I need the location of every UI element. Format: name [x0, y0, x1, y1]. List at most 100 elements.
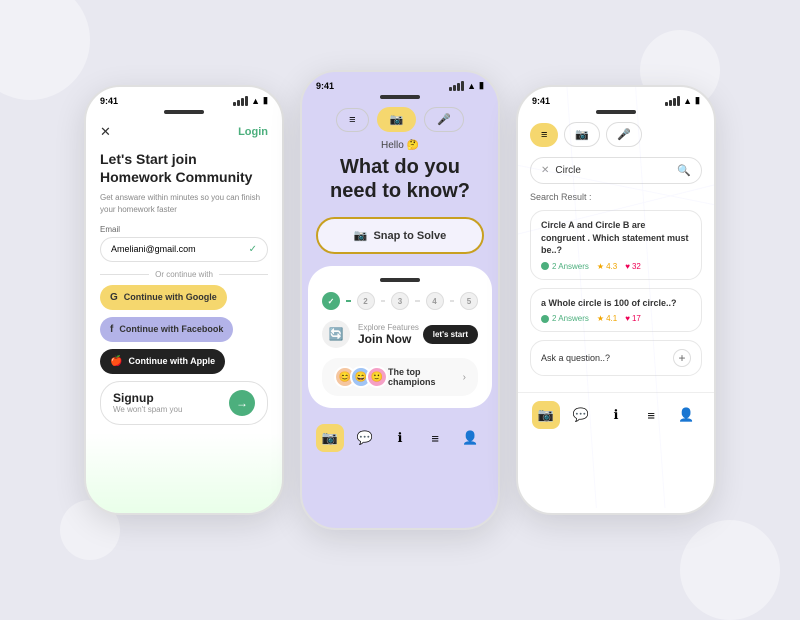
facebook-button[interactable]: f Continue with Facebook [100, 317, 233, 342]
step-2: 2 [357, 292, 375, 310]
battery-icon-3: ▮ [695, 95, 700, 106]
tab-mic[interactable]: 🎤 [424, 107, 464, 132]
nav-info-3[interactable]: ℹ [602, 401, 630, 429]
likes-2: ♥ 17 [625, 314, 641, 323]
divider-text: Or continue with [155, 270, 213, 279]
step-1: ✓ [322, 292, 340, 310]
tab-text[interactable]: ≡ [336, 108, 368, 132]
clear-icon[interactable]: ✕ [541, 165, 549, 176]
nav-list-3[interactable]: ≡ [637, 401, 665, 429]
phone-search: 9:41 ▲ ▮ ≡ 📷 🎤 ✕ Circle 🔍 Search Result … [516, 85, 716, 515]
nav-camera-3-active[interactable]: 📷 [532, 401, 560, 429]
rating-2: ★ 4.1 [597, 314, 617, 323]
wifi-icon-1: ▲ [251, 96, 260, 106]
wifi-icon-2: ▲ [467, 81, 476, 91]
nav-user[interactable]: 👤 [456, 424, 484, 452]
nav-user-3[interactable]: 👤 [672, 401, 700, 429]
star-icon-1: ★ [597, 262, 604, 271]
heart-icon-1: ♥ [625, 262, 630, 271]
check-icon: ✓ [249, 244, 257, 255]
rating-1: ★ 4.3 [597, 262, 617, 271]
email-input[interactable]: Ameliani@gmail.com ✓ [100, 237, 268, 262]
result-card-1[interactable]: Circle A and Circle B are congruent . Wh… [530, 210, 702, 280]
signup-section[interactable]: Signup We won't spam you → [100, 381, 268, 425]
main-title: What do you need to know? [302, 155, 498, 203]
features-card: ✓ 2 3 4 5 🔄 Explore Features Join Now [308, 266, 492, 408]
status-bar-2: 9:41 ▲ ▮ [302, 72, 498, 95]
status-time-2: 9:41 [316, 81, 334, 91]
search-input[interactable]: Circle [555, 165, 671, 176]
result-1-title: Circle A and Circle B are congruent . Wh… [541, 219, 691, 257]
nav-info[interactable]: ℹ [386, 424, 414, 452]
result-2-meta: 2 Answers ★ 4.1 ♥ 17 [541, 314, 691, 323]
answers-1: 2 Answers [541, 262, 589, 271]
nav-chat[interactable]: 💬 [351, 424, 379, 452]
google-button[interactable]: G Continue with Google [100, 285, 227, 310]
phone-snap: 9:41 ▲ ▮ ≡ 📷 🎤 Hello 🤔 What do you need … [300, 70, 500, 530]
p1-subtitle: Get answare within minutes so you can fi… [100, 192, 268, 214]
divider: Or continue with [100, 270, 268, 279]
signal-1 [233, 96, 248, 106]
bottom-nav-3: 📷 💬 ℹ ≡ 👤 [518, 392, 714, 437]
p2-top-bar: ≡ 📷 🎤 [302, 99, 498, 140]
result-1-meta: 2 Answers ★ 4.3 ♥ 32 [541, 262, 691, 271]
champions-text: The top champions [388, 367, 463, 387]
p1-title: Let's Start join Homework Community [100, 150, 268, 186]
facebook-icon: f [110, 324, 113, 335]
bottom-nav-2: 📷 💬 ℹ ≡ 👤 [302, 416, 498, 460]
champions-row[interactable]: 😊 😄 🙂 The top champions › [322, 358, 478, 396]
tab-text-3[interactable]: ≡ [530, 123, 558, 147]
answers-2: 2 Answers [541, 314, 589, 323]
snap-to-solve-button[interactable]: 📷 Snap to Solve [316, 217, 484, 254]
phones-container: 9:41 ▲ ▮ ✕ Login Let's Start join Homewo… [84, 70, 716, 530]
signup-arrow[interactable]: → [229, 390, 255, 416]
result-2-title: a Whole circle is 100 of circle..? [541, 297, 691, 310]
close-icon[interactable]: ✕ [100, 124, 111, 140]
p1-header: ✕ Login [100, 124, 268, 140]
login-button[interactable]: Login [238, 126, 268, 138]
battery-icon-1: ▮ [263, 95, 268, 106]
avatar-3: 🙂 [366, 366, 388, 388]
tab-mic-3[interactable]: 🎤 [606, 122, 642, 147]
apple-icon: 🍎 [110, 356, 122, 367]
step-5: 5 [460, 292, 478, 310]
join-icon: 🔄 [322, 320, 350, 348]
card-notch [380, 278, 420, 282]
signal-3 [665, 96, 680, 106]
email-label: Email [100, 225, 268, 234]
apple-button[interactable]: 🍎 Continue with Apple [100, 349, 225, 374]
lets-start-button[interactable]: let's start [423, 325, 478, 344]
nav-chat-3[interactable]: 💬 [567, 401, 595, 429]
phone-login: 9:41 ▲ ▮ ✕ Login Let's Start join Homewo… [84, 85, 284, 515]
google-icon: G [110, 292, 118, 303]
email-value: Ameliani@gmail.com [111, 244, 196, 254]
likes-1: ♥ 32 [625, 262, 641, 271]
results-label: Search Result : [530, 192, 702, 202]
step-3: 3 [391, 292, 409, 310]
p3-top-tabs: ≡ 📷 🎤 [530, 122, 702, 147]
signal-2 [449, 81, 464, 91]
hello-text: Hello 🤔 [302, 140, 498, 151]
status-time-1: 9:41 [100, 96, 118, 106]
explore-label: Explore Features [358, 323, 419, 332]
tab-camera-3[interactable]: 📷 [564, 122, 600, 147]
avatar-group: 😊 😄 🙂 [334, 366, 388, 388]
tab-camera[interactable]: 📷 [377, 107, 417, 132]
status-bar-1: 9:41 ▲ ▮ [86, 87, 282, 110]
search-icon[interactable]: 🔍 [677, 164, 691, 177]
champions-arrow: › [463, 372, 466, 383]
join-row: 🔄 Explore Features Join Now let's start [322, 320, 478, 348]
result-card-2[interactable]: a Whole circle is 100 of circle..? 2 Ans… [530, 288, 702, 333]
nav-camera-active[interactable]: 📷 [316, 424, 344, 452]
add-question-button[interactable]: + [673, 349, 691, 367]
status-bar-3: 9:41 ▲ ▮ [518, 87, 714, 110]
signup-subtitle: We won't spam you [113, 405, 182, 414]
battery-icon-2: ▮ [479, 80, 484, 91]
ask-card[interactable]: Ask a question..? + [530, 340, 702, 376]
nav-list[interactable]: ≡ [421, 424, 449, 452]
step-4: 4 [426, 292, 444, 310]
signup-title: Signup [113, 391, 182, 405]
star-icon-2: ★ [597, 314, 604, 323]
search-bar[interactable]: ✕ Circle 🔍 [530, 157, 702, 184]
wifi-icon-3: ▲ [683, 96, 692, 106]
